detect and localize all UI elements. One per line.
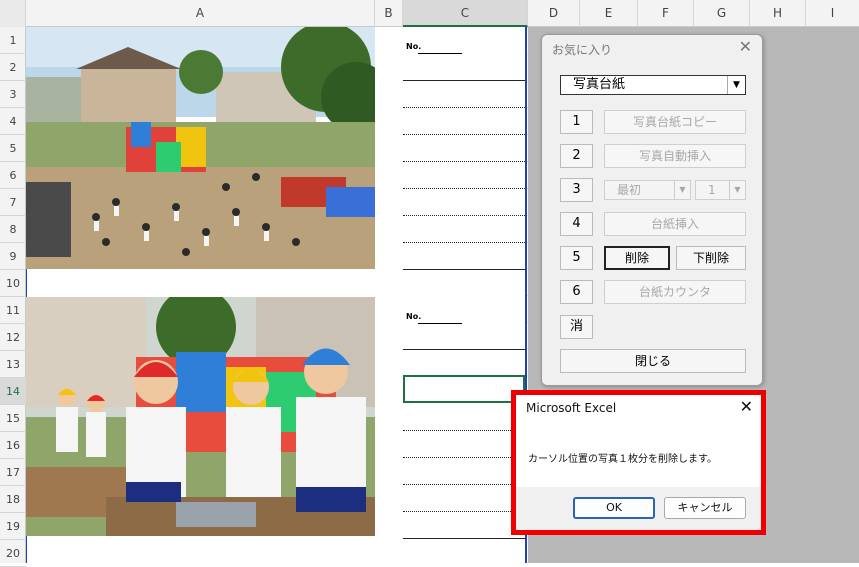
cell-border: [403, 511, 525, 512]
chevron-down-icon[interactable]: ▼: [674, 181, 690, 199]
cell-border: [403, 161, 525, 162]
col-header-e[interactable]: E: [580, 0, 638, 27]
ok-button[interactable]: OK: [573, 497, 655, 519]
delete-button[interactable]: 削除: [604, 246, 670, 270]
button-4[interactable]: 4: [560, 212, 593, 236]
active-cell-c14[interactable]: [403, 375, 525, 403]
row-header[interactable]: 11: [0, 297, 26, 324]
close-icon[interactable]: ✕: [739, 37, 752, 56]
cell-border: [403, 457, 525, 458]
col-header-i[interactable]: I: [806, 0, 859, 27]
row-header[interactable]: 5: [0, 135, 26, 162]
close-icon[interactable]: ✕: [740, 397, 753, 416]
row-header[interactable]: 13: [0, 351, 26, 378]
template-select-value: 写真台紙: [573, 77, 626, 92]
count-select[interactable]: 1 ▼: [695, 180, 746, 200]
cell-border: [403, 215, 525, 216]
auto-insert-button[interactable]: 写真自動挿入: [604, 144, 746, 168]
row-header[interactable]: 4: [0, 108, 26, 135]
row-header[interactable]: 19: [0, 513, 26, 540]
cell-border: [403, 430, 525, 431]
cell-border: [403, 242, 525, 243]
row-header[interactable]: 7: [0, 189, 26, 216]
cell-border: [403, 484, 525, 485]
delete-below-button[interactable]: 下削除: [676, 246, 746, 270]
row-header[interactable]: 1: [0, 27, 26, 54]
select-all-corner[interactable]: [0, 0, 26, 27]
cell-border: [403, 538, 525, 539]
no-underline: [418, 323, 462, 324]
row-header[interactable]: 15: [0, 405, 26, 432]
count-select-value: 1: [708, 183, 716, 197]
dialog-footer: OK キャンセル: [516, 487, 761, 530]
col-header-f[interactable]: F: [638, 0, 694, 27]
template-select[interactable]: 写真台紙 ▼: [560, 75, 746, 95]
no-label: No.: [406, 312, 422, 321]
row-header[interactable]: 16: [0, 432, 26, 459]
dialog-message: カーソル位置の写真１枚分を削除します。: [528, 454, 717, 465]
dialog-title: Microsoft Excel: [526, 401, 617, 415]
dialog-body: カーソル位置の写真１枚分を削除します。: [516, 423, 761, 487]
close-panel-button[interactable]: 閉じる: [560, 349, 746, 373]
photo-children-playing[interactable]: [26, 297, 375, 536]
sheet-counter-button[interactable]: 台紙カウンタ: [604, 280, 746, 304]
favorites-title: お気に入り: [552, 43, 613, 57]
column-headers: A B C D E F G H I: [0, 0, 859, 27]
row-header[interactable]: 18: [0, 486, 26, 513]
position-select[interactable]: 最初 ▼: [604, 180, 691, 200]
col-header-a[interactable]: A: [26, 0, 375, 27]
row-header[interactable]: 10: [0, 270, 26, 297]
message-dialog: Microsoft Excel ✕ カーソル位置の写真１枚分を削除します。 OK…: [511, 390, 766, 535]
row-headers: 1 2 3 4 5 6 7 8 9 10 11 12 13 14 15 16 1…: [0, 27, 26, 567]
col-header-g[interactable]: G: [694, 0, 750, 27]
erase-button[interactable]: 消: [560, 315, 593, 339]
row-header-active[interactable]: 14: [0, 378, 26, 405]
row-header[interactable]: 3: [0, 81, 26, 108]
row-header[interactable]: 8: [0, 216, 26, 243]
row-header[interactable]: 9: [0, 243, 26, 270]
button-3[interactable]: 3: [560, 178, 593, 202]
no-underline: [418, 53, 462, 54]
button-6[interactable]: 6: [560, 280, 593, 304]
button-2[interactable]: 2: [560, 144, 593, 168]
position-select-value: 最初: [617, 183, 642, 197]
row-header[interactable]: 6: [0, 162, 26, 189]
no-label: No.: [406, 42, 422, 51]
cell-border: [403, 107, 525, 108]
row-header[interactable]: 12: [0, 324, 26, 351]
col-header-c[interactable]: C: [403, 0, 528, 27]
cell-border: [403, 134, 525, 135]
button-1[interactable]: 1: [560, 110, 593, 134]
photo-festival-grounds[interactable]: [26, 27, 375, 269]
button-5[interactable]: 5: [560, 246, 593, 270]
copy-sheet-button[interactable]: 写真台紙コピー: [604, 110, 746, 134]
row-header[interactable]: 17: [0, 459, 26, 486]
chevron-down-icon[interactable]: ▼: [727, 76, 745, 94]
favorites-panel: お気に入り ✕ 写真台紙 ▼ 1 写真台紙コピー 2 写真自動挿入 3 最初 ▼…: [541, 34, 763, 386]
cell-border: [403, 188, 525, 189]
col-header-h[interactable]: H: [750, 0, 806, 27]
cell-border: [403, 349, 525, 350]
row-header[interactable]: 2: [0, 54, 26, 81]
cancel-button[interactable]: キャンセル: [664, 497, 746, 519]
cell-border: [403, 269, 525, 270]
chevron-down-icon[interactable]: ▼: [729, 181, 745, 199]
cell-border: [403, 80, 525, 81]
col-header-d[interactable]: D: [528, 0, 580, 27]
insert-sheet-button[interactable]: 台紙挿入: [604, 212, 746, 236]
col-header-b[interactable]: B: [375, 0, 403, 27]
